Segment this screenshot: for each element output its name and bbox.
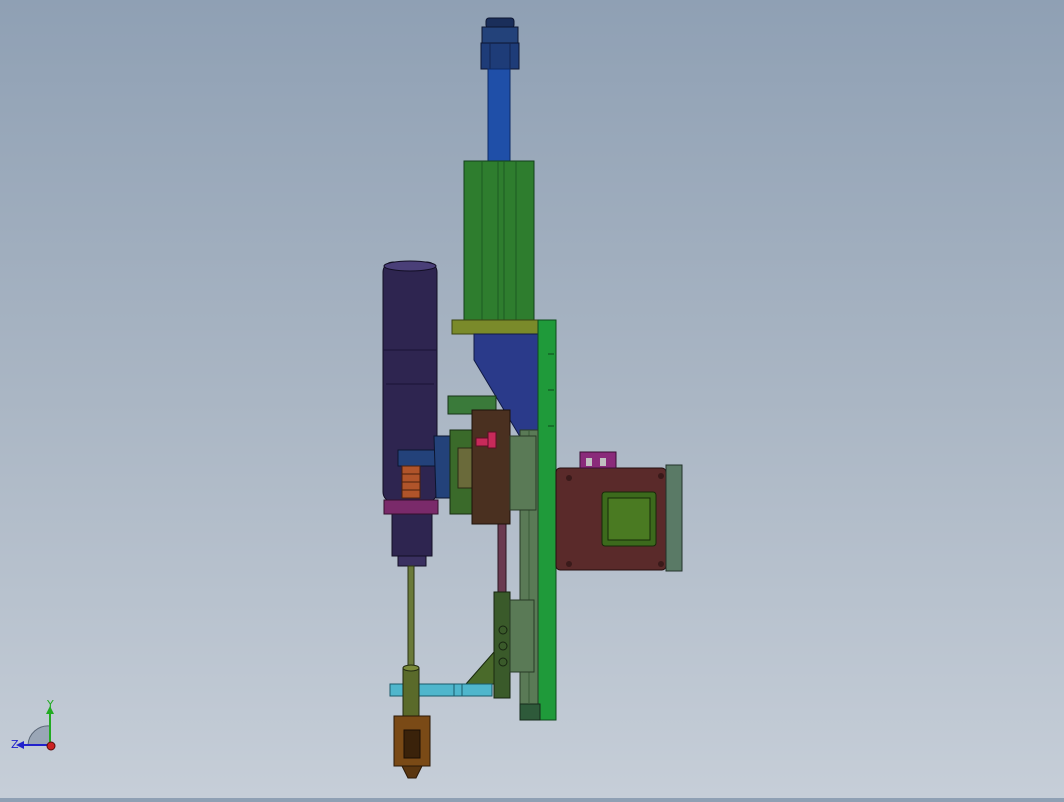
cad-viewport[interactable] (0, 0, 1064, 798)
triad-axes: Y Z (11, 698, 56, 751)
mounting-plate[interactable] (537, 319, 557, 721)
linear-actuator-body[interactable] (463, 160, 535, 322)
actuator-flange[interactable] (451, 319, 543, 335)
assembly-drawing[interactable] (0, 0, 1064, 798)
stepper-side-plate[interactable] (665, 464, 683, 572)
spindle-shaft[interactable] (402, 565, 420, 717)
top-cylinder-cap[interactable] (480, 17, 520, 70)
drive-motor[interactable] (382, 260, 438, 567)
piston-rod[interactable] (487, 68, 511, 162)
stepper-face-plate[interactable] (601, 491, 657, 547)
y-axis-label: Y (46, 700, 54, 711)
z-axis-label: Z (11, 738, 19, 751)
stepper-connector[interactable] (579, 451, 617, 469)
nozzle-tip[interactable] (393, 715, 431, 779)
orientation-triad: Y Z (8, 698, 68, 760)
link-rod[interactable] (497, 519, 507, 595)
